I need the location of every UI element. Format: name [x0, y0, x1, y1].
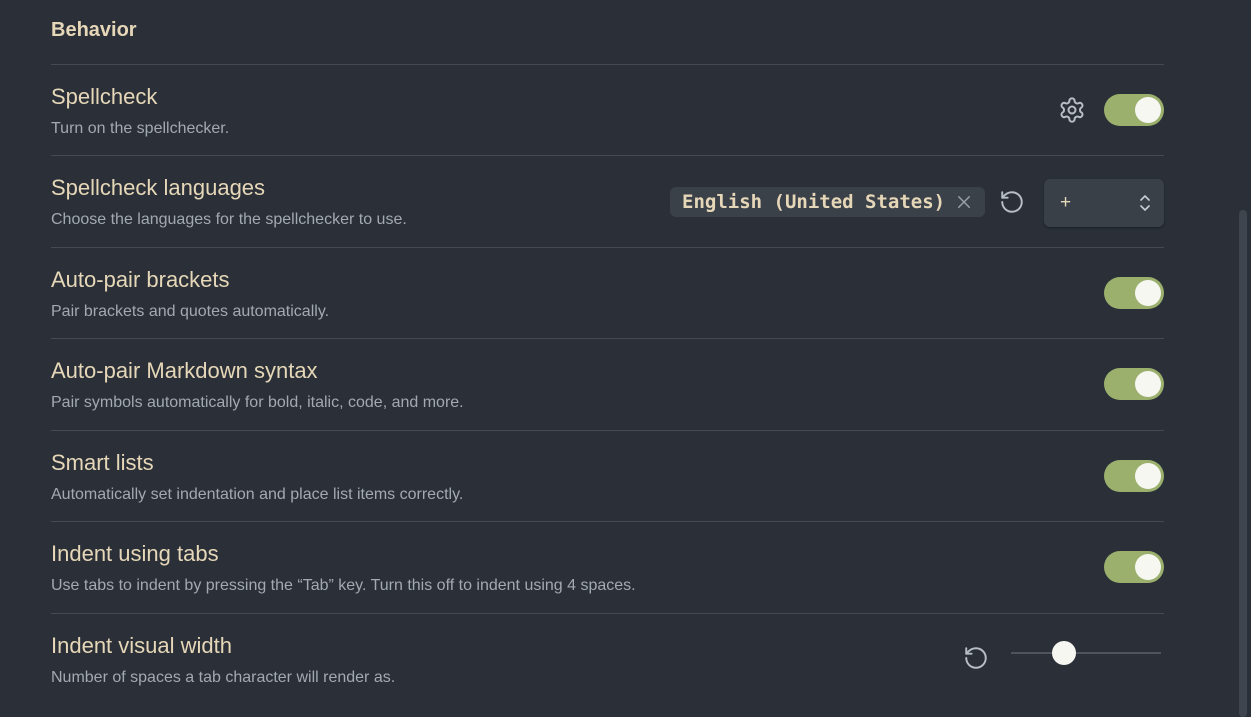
spellcheck-toggle[interactable] — [1104, 94, 1164, 126]
chevron-up-down-icon — [1140, 195, 1150, 211]
reset-icon[interactable] — [963, 645, 989, 671]
language-chip: English (United States) — [670, 187, 986, 217]
indent-width-slider[interactable] — [1011, 641, 1161, 665]
indent-using-tabs-toggle[interactable] — [1104, 551, 1164, 583]
setting-name: Spellcheck — [51, 84, 158, 109]
toggle-knob — [1135, 463, 1161, 489]
toggle-knob — [1135, 554, 1161, 580]
select-value: + — [1060, 192, 1072, 213]
auto-pair-markdown-toggle[interactable] — [1104, 368, 1164, 400]
setting-name: Indent using tabs — [51, 541, 219, 566]
slider-track — [1011, 652, 1161, 654]
setting-description: Turn on the spellchecker. — [51, 120, 230, 137]
setting-description: Use tabs to indent by pressing the “Tab”… — [51, 577, 636, 594]
section-title: Behavior — [51, 19, 137, 41]
setting-description: Automatically set indentation and place … — [51, 486, 464, 503]
setting-name: Spellcheck languages — [51, 175, 266, 200]
close-icon[interactable] — [955, 193, 973, 211]
setting-name: Auto-pair brackets — [51, 267, 230, 292]
language-chip-label: English (United States) — [682, 191, 946, 213]
setting-auto-pair-brackets: Auto-pair brackets Pair brackets and quo… — [51, 248, 1164, 339]
toggle-knob — [1135, 371, 1161, 397]
reset-icon[interactable] — [999, 189, 1025, 215]
setting-description: Choose the languages for the spellchecke… — [51, 211, 407, 228]
settings-page: Behavior Spellcheck Turn on the spellche… — [0, 0, 1251, 717]
auto-pair-brackets-toggle[interactable] — [1104, 277, 1164, 309]
setting-name: Auto-pair Markdown syntax — [51, 358, 318, 383]
setting-auto-pair-markdown: Auto-pair Markdown syntax Pair symbols a… — [51, 339, 1164, 430]
setting-description: Pair symbols automatically for bold, ita… — [51, 394, 464, 411]
setting-name: Indent visual width — [51, 633, 232, 658]
toggle-knob — [1135, 280, 1161, 306]
setting-description: Pair brackets and quotes automatically. — [51, 303, 330, 320]
setting-name: Smart lists — [51, 450, 154, 475]
add-language-select[interactable]: + — [1044, 179, 1164, 227]
smart-lists-toggle[interactable] — [1104, 460, 1164, 492]
setting-indent-visual-width: Indent visual width Number of spaces a t… — [51, 614, 1164, 705]
toggle-knob — [1135, 97, 1161, 123]
gear-icon[interactable] — [1058, 96, 1086, 124]
setting-smart-lists: Smart lists Automatically set indentatio… — [51, 431, 1164, 522]
setting-indent-using-tabs: Indent using tabs Use tabs to indent by … — [51, 522, 1164, 613]
scrollbar[interactable] — [1239, 210, 1247, 717]
setting-spellcheck: Spellcheck Turn on the spellchecker. — [51, 65, 1164, 156]
setting-description: Number of spaces a tab character will re… — [51, 669, 396, 686]
setting-spellcheck-languages: Spellcheck languages Choose the language… — [51, 156, 1164, 247]
slider-knob[interactable] — [1052, 641, 1076, 665]
